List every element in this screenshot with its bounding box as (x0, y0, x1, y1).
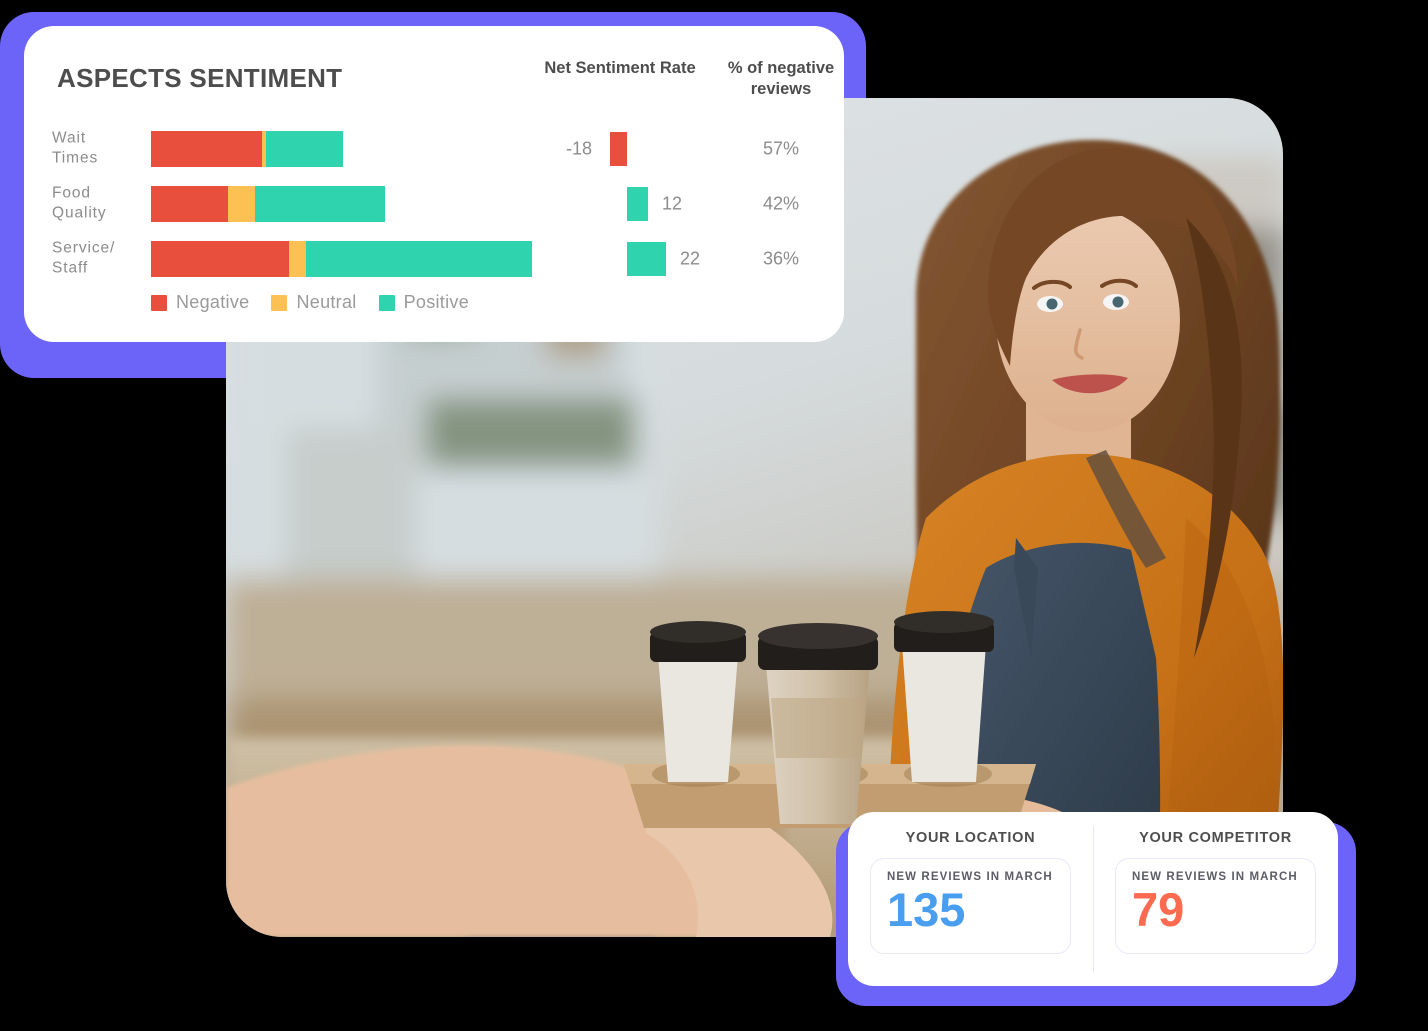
stacked-sentiment-bar[interactable] (151, 241, 532, 277)
legend-item-positive[interactable]: Positive (378, 292, 470, 313)
column-header-pct-negative-reviews: % of negative reviews (727, 59, 835, 99)
net-sentiment-rate-cell: 12 (540, 182, 720, 226)
metric-value: 135 (887, 883, 966, 936)
bar-segment-positive (306, 241, 532, 277)
metric-tile-your-location[interactable]: NEW REVIEWS IN MARCH 135 (870, 858, 1071, 954)
pct-negative-reviews-value: 42% (762, 193, 800, 214)
legend-item-negative[interactable]: Negative (151, 292, 249, 313)
net-sentiment-rate-bar (627, 242, 666, 276)
metric-value: 79 (1132, 883, 1185, 936)
bar-segment-negative (151, 131, 262, 167)
stats-column-your-location: YOUR LOCATION NEW REVIEWS IN MARCH 135 (848, 812, 1093, 986)
net-sentiment-rate-cell: 22 (540, 237, 720, 281)
stacked-sentiment-bar[interactable] (151, 186, 385, 222)
net-sentiment-rate-value: -18 (566, 138, 593, 159)
bar-segment-positive (255, 186, 385, 222)
metric-label: NEW REVIEWS IN MARCH (887, 871, 1053, 883)
net-sentiment-rate-bar (610, 132, 627, 166)
legend-label: Negative (176, 292, 250, 312)
bar-segment-positive (266, 131, 343, 167)
bar-segment-neutral (289, 241, 306, 277)
column-header-net-sentiment-rate: Net Sentiment Rate (544, 59, 696, 77)
stacked-sentiment-bar[interactable] (151, 131, 343, 167)
reviews-comparison-card: YOUR LOCATION NEW REVIEWS IN MARCH 135 Y… (848, 812, 1338, 986)
stats-column-your-competitor: YOUR COMPETITOR NEW REVIEWS IN MARCH 79 (1093, 812, 1338, 986)
aspect-row: Food Quality 12 42% (24, 181, 844, 227)
chart-legend: Negative Neutral Positive (151, 292, 469, 313)
stats-column-title: YOUR COMPETITOR (1139, 830, 1292, 846)
bar-segment-negative (151, 186, 228, 222)
net-sentiment-rate-value: 12 (662, 193, 683, 214)
aspect-row: Wait Times -18 57% (24, 126, 844, 172)
aspects-sentiment-card: ASPECTS SENTIMENT Net Sentiment Rate % o… (24, 26, 844, 342)
net-sentiment-rate-cell: -18 (540, 127, 720, 171)
stats-column-title: YOUR LOCATION (905, 830, 1036, 846)
legend-label: Positive (403, 292, 470, 312)
pct-negative-reviews-value: 57% (762, 138, 800, 159)
page-title: ASPECTS SENTIMENT (57, 63, 343, 93)
pct-negative-reviews-value: 36% (762, 248, 800, 269)
square-swatch-icon (378, 294, 395, 311)
aspect-row: Service/ Staff 22 36% (24, 236, 844, 282)
square-swatch-icon (271, 294, 288, 311)
metric-label: NEW REVIEWS IN MARCH (1132, 871, 1298, 883)
square-swatch-icon (151, 294, 167, 311)
legend-label: Neutral (296, 292, 357, 312)
bar-segment-negative (151, 241, 289, 277)
metric-tile-your-competitor[interactable]: NEW REVIEWS IN MARCH 79 (1115, 858, 1316, 954)
net-sentiment-rate-bar (627, 187, 648, 221)
legend-item-neutral[interactable]: Neutral (271, 292, 356, 313)
bar-segment-neutral (228, 186, 255, 222)
